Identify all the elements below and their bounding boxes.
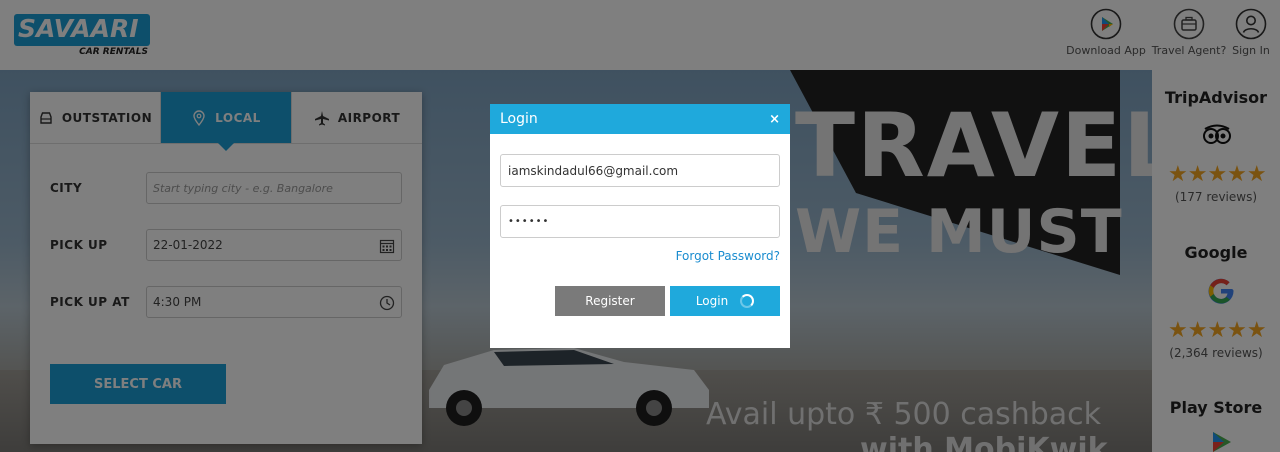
register-button[interactable]: Register	[555, 286, 665, 316]
login-button-label: Login	[695, 294, 729, 308]
login-modal-header: Login ×	[490, 104, 790, 134]
close-icon[interactable]: ×	[769, 112, 780, 127]
login-modal-title: Login	[500, 111, 538, 127]
loading-spinner-icon	[740, 294, 755, 308]
login-button[interactable]: Login	[670, 286, 780, 316]
login-modal: Login × iamskindadul66@gmail.com •••••• …	[490, 104, 790, 348]
password-field[interactable]: ••••••	[500, 205, 780, 238]
forgot-password-link[interactable]: Forgot Password?	[676, 249, 780, 263]
email-field[interactable]: iamskindadul66@gmail.com	[500, 154, 780, 187]
